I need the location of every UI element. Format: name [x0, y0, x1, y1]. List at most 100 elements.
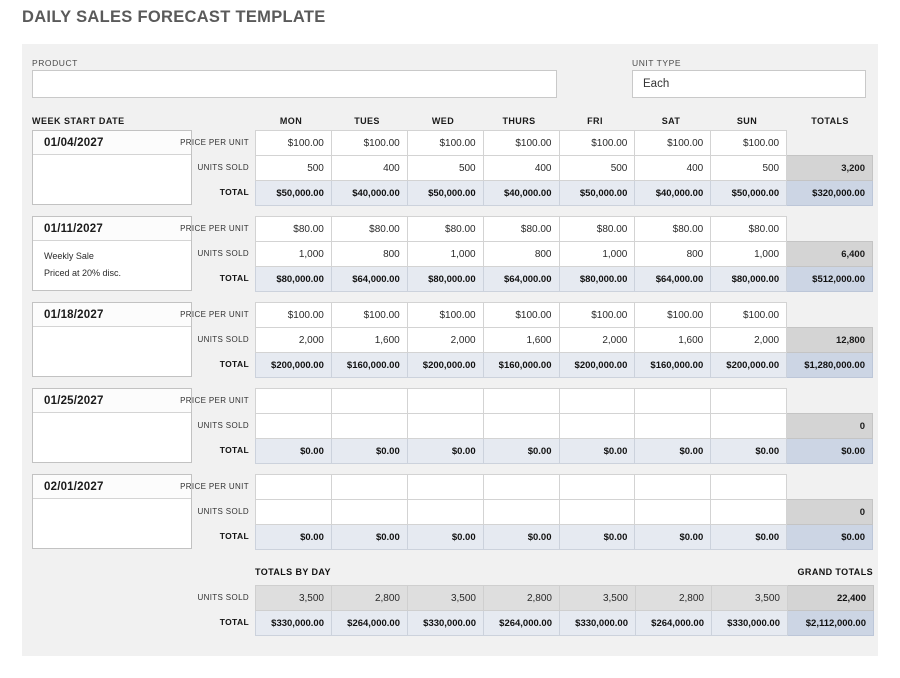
units-cell[interactable]: 500 — [255, 155, 332, 181]
units-cell[interactable] — [482, 413, 560, 439]
template-panel: PRODUCT UNIT TYPE Each WEEK START DATE M… — [22, 44, 878, 656]
units-cell[interactable]: 1,600 — [482, 327, 560, 353]
summary-units-cell: 2,800 — [331, 585, 408, 611]
units-cell[interactable]: 2,000 — [255, 327, 332, 353]
price-cell[interactable] — [634, 474, 712, 500]
units-cell[interactable]: 500 — [406, 155, 484, 181]
price-cell[interactable]: $80.00 — [255, 216, 332, 242]
units-cell[interactable] — [634, 413, 712, 439]
price-cell[interactable]: $100.00 — [634, 130, 712, 156]
units-cell[interactable] — [330, 413, 408, 439]
price-cell[interactable] — [710, 474, 788, 500]
price-cell[interactable]: $80.00 — [710, 216, 788, 242]
units-cell[interactable]: 2,000 — [710, 327, 788, 353]
price-cell[interactable] — [406, 388, 484, 414]
price-cell[interactable]: $100.00 — [710, 130, 788, 156]
units-cell[interactable]: 500 — [710, 155, 788, 181]
units-cell[interactable] — [255, 499, 332, 525]
unit-type-label: UNIT TYPE — [632, 58, 682, 68]
units-cell[interactable]: 1,000 — [558, 241, 636, 267]
unit-type-input[interactable]: Each — [632, 70, 866, 98]
price-cell[interactable] — [558, 388, 636, 414]
price-cell[interactable] — [710, 388, 788, 414]
week-notes-input[interactable]: Weekly Sale Priced at 20% disc. — [33, 241, 191, 287]
price-cell[interactable]: $100.00 — [330, 130, 408, 156]
table-row — [255, 474, 873, 500]
price-cell[interactable]: $80.00 — [406, 216, 484, 242]
price-cell[interactable]: $80.00 — [482, 216, 560, 242]
table-row: $50,000.00 $40,000.00 $50,000.00 $40,000.00… — [255, 180, 873, 206]
price-cell[interactable] — [406, 474, 484, 500]
price-cell[interactable]: $100.00 — [558, 130, 636, 156]
price-cell[interactable]: $100.00 — [406, 302, 484, 328]
units-cell[interactable]: 1,000 — [255, 241, 332, 267]
price-cell[interactable]: $100.00 — [482, 130, 560, 156]
product-input[interactable] — [32, 70, 557, 98]
week-start-date-input[interactable]: 02/01/2027 — [33, 475, 191, 499]
week-date-box: 01/04/2027 — [32, 130, 192, 205]
units-cell[interactable]: 1,000 — [406, 241, 484, 267]
price-cell[interactable] — [482, 474, 560, 500]
units-cell[interactable] — [710, 413, 788, 439]
units-cell[interactable] — [634, 499, 712, 525]
total-cell: $80,000.00 — [406, 266, 484, 292]
units-cell[interactable]: 400 — [482, 155, 560, 181]
price-cell[interactable]: $100.00 — [634, 302, 712, 328]
units-cell[interactable]: 800 — [634, 241, 712, 267]
table-row: 0 — [255, 499, 873, 525]
units-cell[interactable]: 1,600 — [330, 327, 408, 353]
units-cell[interactable] — [255, 413, 332, 439]
price-row-total-placeholder — [787, 475, 873, 500]
units-cell[interactable] — [558, 499, 636, 525]
units-cell[interactable]: 400 — [634, 155, 712, 181]
price-cell[interactable]: $100.00 — [710, 302, 788, 328]
week-start-date-input[interactable]: 01/25/2027 — [33, 389, 191, 413]
price-cell[interactable] — [482, 388, 560, 414]
week-values-grid: $100.00 $100.00 $100.00 $100.00 $100.00 $100.… — [255, 130, 873, 206]
price-cell[interactable] — [255, 388, 332, 414]
price-cell[interactable] — [330, 474, 408, 500]
week-notes-input[interactable] — [33, 499, 191, 511]
units-cell[interactable]: 800 — [330, 241, 408, 267]
week-notes-input[interactable] — [33, 155, 191, 167]
price-cell[interactable] — [330, 388, 408, 414]
units-cell[interactable] — [710, 499, 788, 525]
total-cell: $0.00 — [255, 524, 332, 550]
price-cell[interactable]: $100.00 — [406, 130, 484, 156]
units-cell[interactable]: 800 — [482, 241, 560, 267]
total-cell: $0.00 — [558, 438, 636, 464]
price-cell[interactable]: $100.00 — [255, 130, 332, 156]
total-cell: $0.00 — [406, 438, 484, 464]
units-cell[interactable]: 2,000 — [558, 327, 636, 353]
units-cell[interactable] — [406, 413, 484, 439]
total-cell: $50,000.00 — [710, 180, 788, 206]
units-cell[interactable] — [558, 413, 636, 439]
price-cell[interactable] — [255, 474, 332, 500]
price-cell[interactable]: $80.00 — [634, 216, 712, 242]
units-cell[interactable]: 500 — [558, 155, 636, 181]
price-cell[interactable]: $80.00 — [558, 216, 636, 242]
week-start-date-input[interactable]: 01/11/2027 — [33, 217, 191, 241]
summary-table: 3,500 2,800 3,500 2,800 3,500 2,800 3,500 22,40… — [255, 585, 874, 636]
summary-total-label: TOTAL — [219, 617, 249, 627]
price-cell[interactable]: $100.00 — [558, 302, 636, 328]
week-start-date-input[interactable]: 01/18/2027 — [33, 303, 191, 327]
units-cell[interactable]: 1,000 — [710, 241, 788, 267]
table-row: $80.00 $80.00 $80.00 $80.00 $80.00 $80.00 $80.… — [255, 216, 873, 242]
table-row: $100.00 $100.00 $100.00 $100.00 $100.00 $100.… — [255, 302, 873, 328]
units-cell[interactable] — [330, 499, 408, 525]
price-cell[interactable] — [558, 474, 636, 500]
units-cell[interactable]: 400 — [330, 155, 408, 181]
price-cell[interactable]: $100.00 — [255, 302, 332, 328]
week-notes-input[interactable] — [33, 413, 191, 425]
units-cell[interactable]: 1,600 — [634, 327, 712, 353]
price-cell[interactable]: $100.00 — [330, 302, 408, 328]
price-cell[interactable]: $80.00 — [330, 216, 408, 242]
price-cell[interactable] — [634, 388, 712, 414]
units-cell[interactable] — [482, 499, 560, 525]
price-cell[interactable]: $100.00 — [482, 302, 560, 328]
units-cell[interactable] — [406, 499, 484, 525]
week-start-date-input[interactable]: 01/04/2027 — [33, 131, 191, 155]
week-notes-input[interactable] — [33, 327, 191, 339]
units-cell[interactable]: 2,000 — [406, 327, 484, 353]
